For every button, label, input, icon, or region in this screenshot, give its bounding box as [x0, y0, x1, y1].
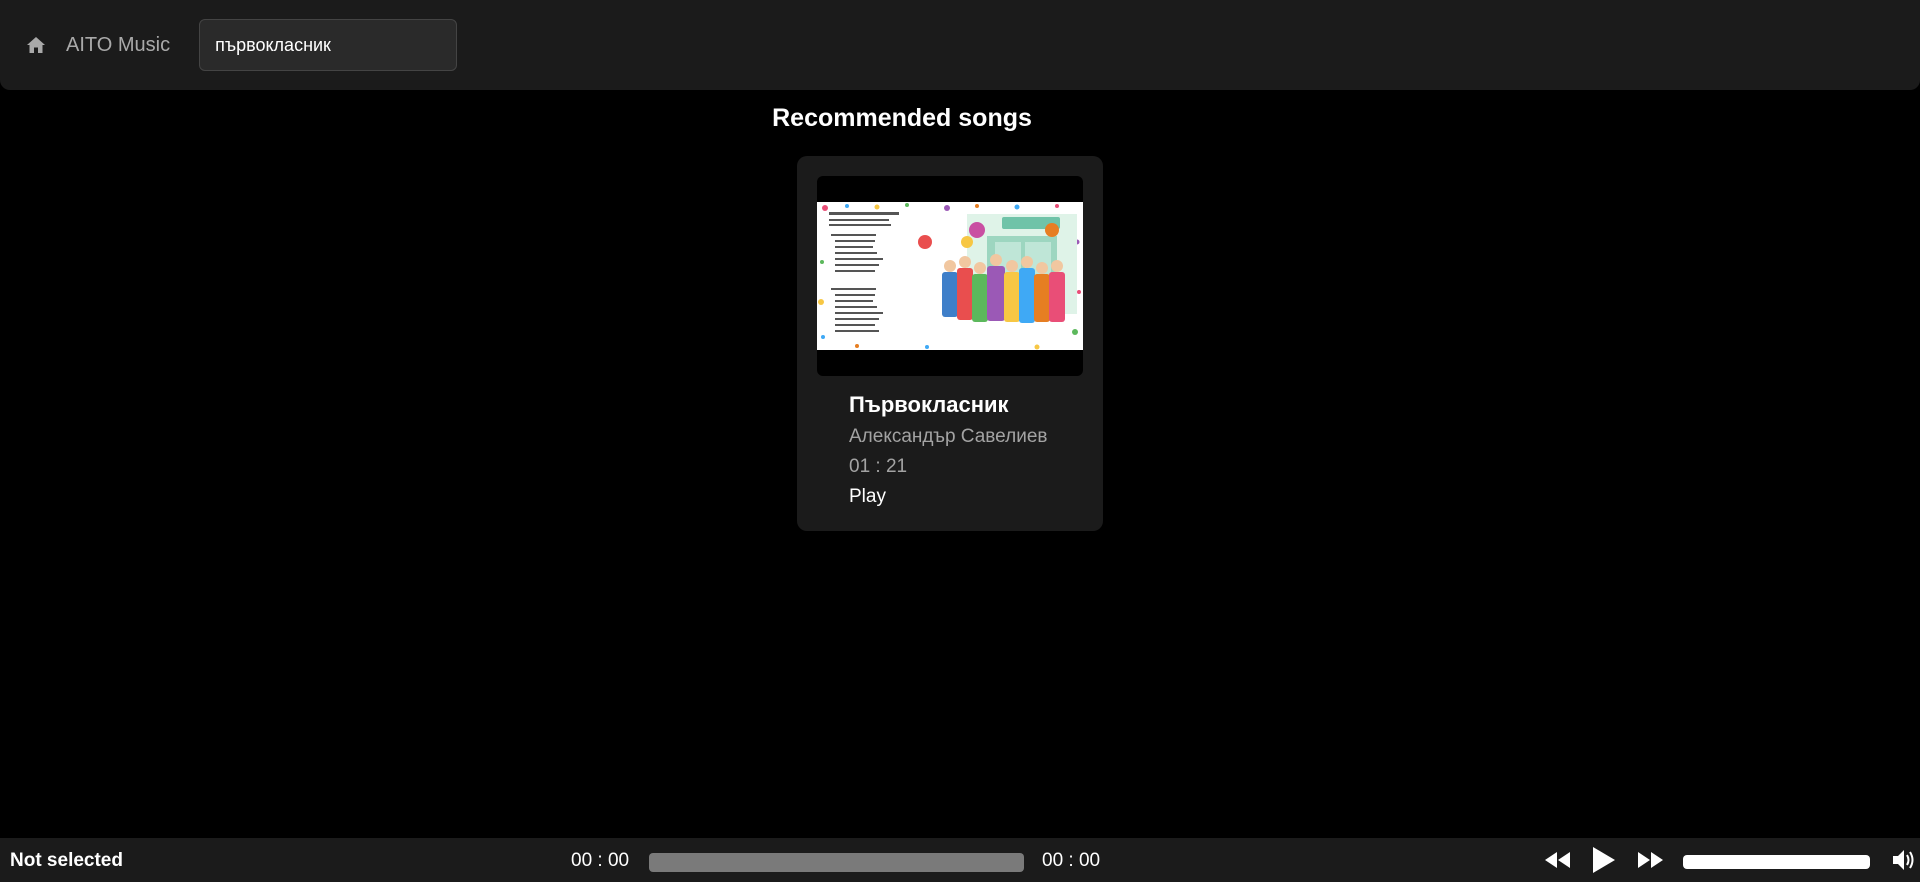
progress-bar[interactable]: [649, 853, 1024, 872]
fast-forward-icon[interactable]: [1636, 848, 1664, 872]
play-icon[interactable]: [1590, 846, 1618, 874]
volume-slider[interactable]: [1683, 855, 1870, 869]
song-artist: Александър Савелиев: [849, 426, 1048, 447]
now-playing-label: Not selected: [10, 850, 123, 871]
song-card[interactable]: Първокласник Александър Савелиев 01 : 21…: [797, 156, 1103, 531]
player-bar: Not selected 00 : 00 00 : 00: [0, 838, 1920, 882]
total-time: 00 : 00: [1042, 850, 1101, 871]
brand-name[interactable]: AITO Music: [66, 34, 170, 57]
song-thumbnail: [817, 176, 1083, 376]
thumbnail-image: [817, 202, 1083, 350]
top-bar: AITO Music: [0, 0, 1920, 90]
section-title: Recommended songs: [772, 104, 1032, 132]
song-title: Първокласник: [849, 392, 1009, 417]
search-input[interactable]: [199, 19, 458, 71]
current-time: 00 : 00: [571, 850, 630, 871]
song-duration: 01 : 21: [849, 456, 908, 477]
rewind-icon[interactable]: [1544, 848, 1572, 872]
play-button[interactable]: Play: [849, 486, 886, 508]
volume-icon[interactable]: [1892, 848, 1918, 872]
home-icon[interactable]: [24, 33, 48, 57]
